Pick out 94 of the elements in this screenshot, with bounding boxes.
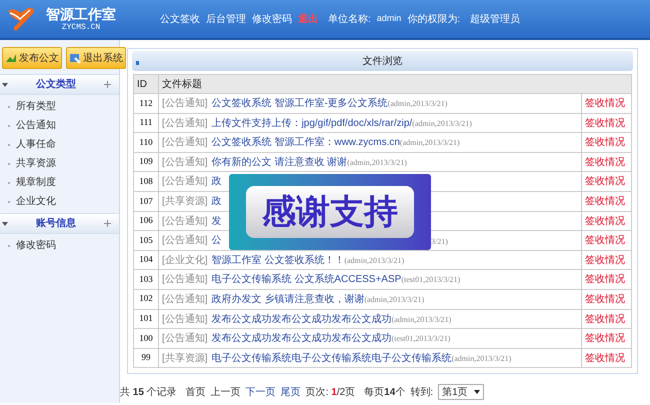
chart-icon bbox=[5, 53, 17, 63]
plus-icon bbox=[104, 81, 111, 88]
page-link[interactable]: 下一页 bbox=[246, 384, 276, 400]
table-cell: 107 bbox=[134, 191, 158, 212]
table-cell: 109 bbox=[134, 152, 158, 172]
section-header[interactable]: 公文类型 bbox=[0, 74, 119, 95]
category-tag: [公告通知] bbox=[162, 176, 208, 188]
toolbar-button[interactable]: 退出系统 bbox=[66, 47, 126, 69]
sidebar-item[interactable]: 共享资源 bbox=[16, 156, 56, 171]
per-page: 每页14个 bbox=[364, 386, 406, 400]
document-link[interactable]: 发布公文成功发布公文成功发布公文成功 bbox=[212, 333, 392, 344]
category-tag: [公告通知] bbox=[162, 314, 208, 325]
page-link[interactable]: 上一页 bbox=[210, 384, 241, 400]
table-cell: 102 bbox=[134, 289, 158, 310]
document-link[interactable]: 电子公文传输系统 公文系统ACCESS+ASP bbox=[212, 274, 402, 286]
category-tag: [公告通知] bbox=[162, 294, 208, 305]
sidebar-item[interactable]: 所有类型 bbox=[16, 99, 56, 114]
page-indicator: 页次: 1/2页 bbox=[306, 386, 356, 400]
section-header[interactable]: 账号信息 bbox=[0, 213, 119, 234]
sidebar-item[interactable]: 修改密码 bbox=[16, 238, 56, 253]
document-link[interactable]: 发 bbox=[212, 216, 222, 227]
page-select[interactable]: 第1页 bbox=[438, 384, 484, 400]
table-cell: 100 bbox=[134, 328, 158, 348]
author-date: 3/21) bbox=[431, 236, 448, 248]
category-tag: [公告通知] bbox=[162, 274, 208, 286]
column-header: ID bbox=[134, 74, 158, 94]
author-date: (test01,2013/3/21) bbox=[401, 275, 460, 284]
document-link[interactable]: 政 bbox=[212, 176, 222, 188]
dropdown-arrow-icon bbox=[474, 390, 480, 394]
document-link[interactable]: 政 bbox=[212, 196, 222, 208]
category-tag: [公告通知] bbox=[162, 216, 208, 227]
category-tag: [公告通知] bbox=[162, 156, 208, 168]
brand-title: 智源工作室 bbox=[46, 6, 116, 20]
table-cell: 111 bbox=[134, 113, 158, 133]
unit-label: 单位名称: bbox=[328, 12, 371, 26]
author-date: (admin,2013/3/21) bbox=[344, 256, 404, 265]
brand-domain: ZYCMS.CN bbox=[62, 24, 100, 32]
section-title: 账号信息 bbox=[35, 216, 77, 231]
category-tag: [公告通知] bbox=[162, 235, 208, 246]
table-cell: 110 bbox=[134, 132, 158, 152]
author-date: (admin,2013/3/21) bbox=[392, 314, 452, 324]
document-link[interactable]: 电子公文传输系统电子公文传输系统电子公文传输系统 bbox=[212, 352, 452, 364]
page-link[interactable]: 尾页 bbox=[280, 384, 301, 400]
banner-text: 感谢支持 bbox=[246, 186, 414, 238]
section-title: 公文类型 bbox=[34, 78, 77, 92]
plus-icon bbox=[104, 220, 111, 227]
table-cell: 106 bbox=[134, 211, 158, 231]
document-link[interactable]: 政府办发文 乡镇请注意查收，谢谢 bbox=[212, 294, 364, 305]
category-tag: [共享资源] bbox=[162, 352, 208, 364]
author-date: (admin,2013/3/21) bbox=[412, 118, 472, 128]
sidebar-item[interactable]: 公告通知 bbox=[16, 118, 56, 133]
sidebar-item[interactable]: 企业文化 bbox=[16, 194, 56, 209]
author-date: (admin,2013/3/21) bbox=[400, 138, 460, 148]
sidebar-item[interactable]: 人事任命 bbox=[16, 137, 56, 152]
record-count: 共 15 个记录 bbox=[120, 386, 177, 400]
table-cell: 104 bbox=[134, 250, 158, 270]
table-cell: 103 bbox=[134, 270, 158, 290]
document-link[interactable]: 智源工作室 公文签收系统！！ bbox=[212, 254, 344, 266]
table-cell: 108 bbox=[134, 172, 158, 192]
author-date: (test01,2013/3/21) bbox=[392, 334, 450, 344]
goto-label: 转到: bbox=[410, 386, 434, 400]
document-link[interactable]: 发布公文成功发布公文成功发布公文成功 bbox=[212, 314, 392, 325]
nav-link[interactable]: 公文签收 bbox=[160, 12, 200, 26]
document-link[interactable]: 公 bbox=[212, 235, 222, 246]
document-link[interactable]: 你有新的公文 请注意查收 谢谢 bbox=[212, 156, 348, 168]
role-value: 超级管理员 bbox=[470, 12, 520, 26]
author-date: (admin,2013/3/21) bbox=[388, 99, 448, 108]
category-tag: [公告通知] bbox=[162, 137, 208, 148]
author-date: (admin,2013/3/21) bbox=[364, 294, 424, 304]
sidebar-item[interactable]: 规章制度 bbox=[16, 175, 56, 190]
nav-link[interactable]: 修改密码 bbox=[252, 12, 292, 26]
role-label: 你的权限为: bbox=[407, 12, 460, 26]
category-tag: [公告通知] bbox=[162, 333, 208, 344]
page-link[interactable]: 首页 bbox=[186, 384, 206, 400]
document-link[interactable]: 公文签收系统 智源工作室-更多公文系统 bbox=[212, 98, 388, 110]
document-link[interactable]: 上传文件支持上传：jpg/gif/pdf/doc/xls/rar/zip/ bbox=[212, 118, 412, 129]
category-tag: [共享资源] bbox=[162, 196, 208, 208]
column-header: 文件标题 bbox=[158, 74, 632, 94]
category-tag: [公告通知] bbox=[162, 98, 208, 110]
unit-value: admin bbox=[376, 12, 402, 26]
category-tag: [企业文化] bbox=[162, 254, 208, 266]
document-link[interactable]: 公文签收系统 智源工作室：www.zycms.cn bbox=[212, 137, 400, 148]
table-cell: 112 bbox=[134, 94, 158, 114]
table-cell: 101 bbox=[134, 309, 158, 329]
author-date: (admin,2013/3/21) bbox=[347, 158, 407, 167]
category-tag: [公告通知] bbox=[162, 118, 208, 129]
logo-icon bbox=[6, 5, 36, 33]
panel-title: 文件浏览 bbox=[362, 54, 402, 68]
table-cell: 105 bbox=[134, 230, 158, 250]
nav-link[interactable]: 后台管理 bbox=[206, 12, 246, 26]
table-cell: 99 bbox=[134, 348, 158, 368]
author-date: (admin,2013/3/21) bbox=[452, 354, 512, 363]
marker-icon bbox=[136, 61, 139, 65]
toolbar-button[interactable]: 发布公文 bbox=[2, 47, 62, 69]
